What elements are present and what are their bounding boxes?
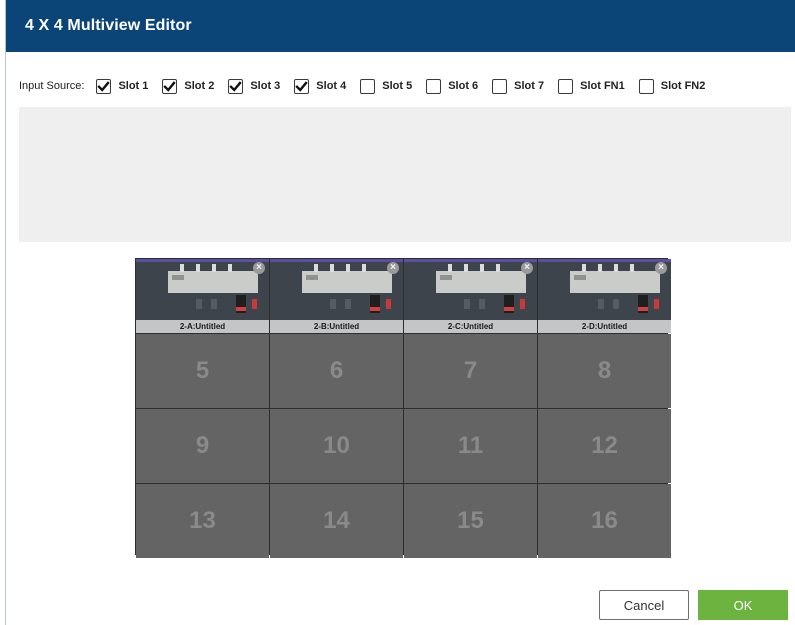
checkbox-icon[interactable] — [96, 78, 112, 94]
video-cell[interactable]: × 2-B:Untitled — [270, 259, 403, 333]
slot-checkbox-2[interactable]: Slot 2 — [162, 78, 215, 94]
grid-cell-number: 10 — [323, 432, 350, 459]
slot-list: Slot 1 Slot 2 Slot 3 Slot 4 Slot 5 Slot 6 Slot… — [96, 78, 719, 94]
dialog-title: 4 X 4 Multiview Editor — [25, 17, 192, 34]
checkbox-icon[interactable] — [228, 78, 244, 94]
grid-cell-number: 9 — [195, 432, 210, 459]
grid-cell-number: 5 — [195, 357, 210, 384]
grid-cell-number: 15 — [457, 507, 484, 534]
checkbox-icon[interactable] — [426, 78, 442, 94]
slot-label: Slot 7 — [514, 80, 545, 92]
preview-panel — [19, 107, 791, 242]
grid-cell[interactable]: 8 — [538, 334, 671, 408]
slot-checkbox-6[interactable]: Slot 6 — [426, 78, 479, 94]
checkbox-icon[interactable] — [492, 78, 508, 94]
grid-cell[interactable]: 12 — [538, 409, 671, 483]
slot-label: Slot 4 — [316, 80, 347, 92]
grid-cell-number: 6 — [329, 357, 344, 384]
video-cell-label: 2-C:Untitled — [404, 320, 537, 333]
grid-cell-number: 12 — [591, 432, 618, 459]
grid-cell[interactable]: 9 — [136, 409, 269, 483]
checkbox-icon[interactable] — [558, 78, 574, 94]
grid-cell[interactable]: 6 — [270, 334, 403, 408]
multiview-editor-dialog: 4 X 4 Multiview Editor Input Source: Slo… — [5, 0, 795, 625]
video-cell-label: 2-B:Untitled — [270, 320, 403, 333]
slot-checkbox-7[interactable]: Slot 7 — [492, 78, 545, 94]
grid-cell-number: 13 — [189, 507, 216, 534]
slot-label: Slot FN2 — [660, 80, 706, 92]
grid-cell[interactable]: 16 — [538, 484, 671, 558]
ok-button[interactable]: OK — [698, 590, 788, 620]
input-source-row: Input Source: Slot 1 Slot 2 Slot 3 Slot 4 Sl… — [19, 78, 719, 94]
grid-cell[interactable]: 13 — [136, 484, 269, 558]
grid-cell[interactable]: 15 — [404, 484, 537, 558]
grid-cell[interactable]: 7 — [404, 334, 537, 408]
grid-cell-number: 14 — [323, 507, 350, 534]
checkbox-icon[interactable] — [360, 78, 376, 94]
slot-checkbox-3[interactable]: Slot 3 — [228, 78, 281, 94]
grid-cell[interactable]: 5 — [136, 334, 269, 408]
close-icon[interactable]: × — [253, 262, 265, 274]
slot-label: Slot 1 — [118, 80, 149, 92]
close-icon[interactable]: × — [521, 262, 533, 274]
grid-cell-number: 8 — [597, 357, 612, 384]
checkbox-icon[interactable] — [638, 78, 654, 94]
grid-cell-number: 7 — [463, 357, 478, 384]
video-cell[interactable]: × 2-C:Untitled — [404, 259, 537, 333]
video-cell[interactable]: × 2-A:Untitled — [136, 259, 269, 333]
slot-checkbox-4[interactable]: Slot 4 — [294, 78, 347, 94]
slot-label: Slot 2 — [184, 80, 215, 92]
slot-label: Slot FN1 — [580, 80, 625, 92]
slot-checkbox-8[interactable]: Slot FN1 — [558, 78, 625, 94]
close-icon[interactable]: × — [655, 262, 667, 274]
slot-label: Slot 5 — [382, 80, 413, 92]
video-cell[interactable]: × 2-D:Untitled — [538, 259, 671, 333]
cancel-button[interactable]: Cancel — [599, 590, 689, 620]
multiview-grid: × 2-A:Untitled × 2-B:Untitled × 2-C:Untitled ×… — [135, 258, 671, 558]
checkbox-icon[interactable] — [162, 78, 178, 94]
close-icon[interactable]: × — [387, 262, 399, 274]
grid-cell[interactable]: 14 — [270, 484, 403, 558]
grid-cell[interactable]: 11 — [404, 409, 537, 483]
dialog-titlebar: 4 X 4 Multiview Editor — [6, 0, 795, 52]
input-source-label: Input Source: — [19, 80, 85, 92]
slot-checkbox-9[interactable]: Slot FN2 — [638, 78, 706, 94]
checkbox-icon[interactable] — [294, 78, 310, 94]
slot-label: Slot 3 — [250, 80, 281, 92]
grid-cell-number: 16 — [591, 507, 618, 534]
slot-checkbox-1[interactable]: Slot 1 — [96, 78, 149, 94]
slot-checkbox-5[interactable]: Slot 5 — [360, 78, 413, 94]
video-cell-label: 2-D:Untitled — [538, 320, 671, 333]
grid-cell-number: 11 — [457, 432, 484, 459]
grid-cell[interactable]: 10 — [270, 409, 403, 483]
video-cell-label: 2-A:Untitled — [136, 320, 269, 333]
slot-label: Slot 6 — [448, 80, 479, 92]
